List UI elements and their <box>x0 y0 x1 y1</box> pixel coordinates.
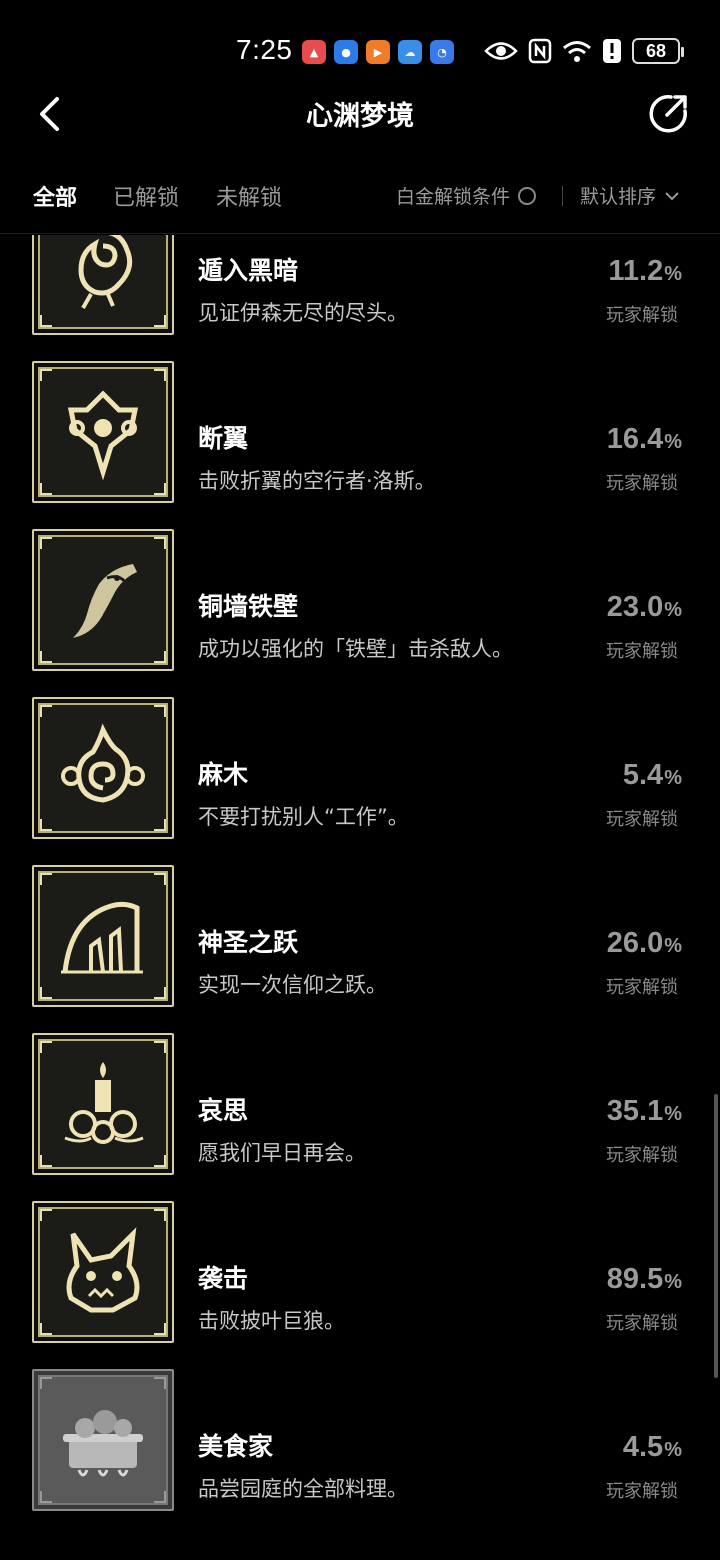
unlock-percentage: 89.5% <box>607 1263 682 1296</box>
platinum-condition-label: 白金解锁条件 <box>396 186 511 208</box>
achievement-description: 见证伊森无尽的尽头。 <box>198 301 408 325</box>
wifi-icon <box>562 36 592 66</box>
divider <box>562 186 563 206</box>
unlock-percentage: 4.5% <box>623 1431 682 1464</box>
nfc-icon <box>528 36 552 66</box>
unlock-percentage: 35.1% <box>607 1095 682 1128</box>
achievement-description: 愿我们早日再会。 <box>198 1141 366 1165</box>
achievement-name: 麻木 <box>198 760 249 789</box>
alert-icon <box>602 36 622 66</box>
title-bar: 心渊梦境 <box>0 80 720 150</box>
achievement-name: 袭击 <box>198 1264 249 1293</box>
chevron-down-icon <box>665 191 679 200</box>
achievement-name: 遁入黑暗 <box>198 256 299 285</box>
unlock-label: 玩家解锁 <box>606 1481 678 1502</box>
wolf-head-icon <box>32 1201 174 1343</box>
status-bar: 7:25 ▲ ● ▶ ☁ ◔ 68 <box>0 0 720 80</box>
achievement-name: 铜墙铁壁 <box>198 592 299 621</box>
achievement-description: 击败披叶巨狼。 <box>198 1309 345 1333</box>
percentage-value: 89.5 <box>606 1263 664 1295</box>
tab-all[interactable]: 全部 <box>33 180 77 212</box>
huawei-store-icon: ▲ <box>302 40 326 64</box>
percentage-value: 35.1 <box>606 1095 664 1127</box>
achievement-item[interactable]: 哀思 愿我们早日再会。 35.1% 玩家解锁 <box>0 1007 720 1175</box>
percent-unit: % <box>664 1271 682 1293</box>
eye-icon <box>484 36 518 66</box>
percentage-value: 11.2 <box>608 255 664 287</box>
achievement-description: 击败折翼的空行者·洛斯。 <box>198 469 436 493</box>
weather-icon: ☁ <box>398 40 422 64</box>
dragon-blade-icon <box>32 529 174 671</box>
unlock-percentage: 23.0% <box>607 591 682 624</box>
percent-unit: % <box>664 935 682 957</box>
percent-unit: % <box>664 1103 682 1125</box>
achievement-description: 实现一次信仰之跃。 <box>198 973 387 997</box>
scrollbar[interactable] <box>714 1094 718 1378</box>
notification-icons: ▲ ● ▶ ☁ ◔ <box>302 40 454 64</box>
unlock-percentage: 11.2% <box>608 255 682 288</box>
percent-unit: % <box>664 431 682 453</box>
achievement-name: 哀思 <box>198 1096 249 1125</box>
unlock-percentage: 16.4% <box>607 423 682 456</box>
achievement-list[interactable]: 遁入黑暗 见证伊森无尽的尽头。 11.2% 玩家解锁 断翼 击败折翼的空行者·洛… <box>0 235 720 1560</box>
battery-indicator: 68 <box>632 38 684 64</box>
achievement-item[interactable]: 铜墙铁壁 成功以强化的「铁壁」击杀敌人。 23.0% 玩家解锁 <box>0 503 720 671</box>
achievement-item[interactable]: 遁入黑暗 见证伊森无尽的尽头。 11.2% 玩家解锁 <box>0 235 720 335</box>
status-time: 7:25 <box>236 34 293 65</box>
achievement-description: 不要打扰别人“工作”。 <box>198 805 409 829</box>
unlock-label: 玩家解锁 <box>606 1145 678 1166</box>
unlock-label: 玩家解锁 <box>606 641 678 662</box>
unlock-label: 玩家解锁 <box>606 305 678 326</box>
tab-unlocked[interactable]: 已解锁 <box>113 180 179 212</box>
candle-roses-icon <box>32 1033 174 1175</box>
achievement-name: 神圣之跃 <box>198 928 299 957</box>
percent-unit: % <box>664 263 682 285</box>
achievement-name: 断翼 <box>198 424 249 453</box>
achievement-item[interactable]: 神圣之跃 实现一次信仰之跃。 26.0% 玩家解锁 <box>0 839 720 1007</box>
share-icon <box>649 95 687 133</box>
achievement-item[interactable]: 麻木 不要打扰别人“工作”。 5.4% 玩家解锁 <box>0 671 720 839</box>
percent-unit: % <box>664 1439 682 1461</box>
cooking-pot-icon <box>32 1369 174 1511</box>
achievement-item[interactable]: 袭击 击败披叶巨狼。 89.5% 玩家解锁 <box>0 1175 720 1343</box>
app-blue-icon: ● <box>334 40 358 64</box>
sort-dropdown[interactable]: 默认排序 <box>580 182 680 209</box>
percentage-value: 26.0 <box>606 927 664 959</box>
dark-rose-icon <box>32 235 174 335</box>
video-app-icon: ▶ <box>366 40 390 64</box>
broken-wing-icon <box>32 361 174 503</box>
spiral-flame-icon <box>32 697 174 839</box>
achievement-item[interactable]: 断翼 击败折翼的空行者·洛斯。 16.4% 玩家解锁 <box>0 335 720 503</box>
unlock-label: 玩家解锁 <box>606 1313 678 1334</box>
chat-app-icon: ◔ <box>430 40 454 64</box>
share-button[interactable] <box>646 90 692 136</box>
achievement-name: 美食家 <box>198 1432 274 1461</box>
radio-icon <box>518 186 537 205</box>
tab-locked[interactable]: 未解锁 <box>216 180 282 212</box>
achievement-description: 品尝园庭的全部料理。 <box>198 1477 408 1501</box>
unlock-label: 玩家解锁 <box>606 473 678 494</box>
percentage-value: 4.5 <box>622 1431 664 1463</box>
unlock-percentage: 5.4% <box>623 759 682 792</box>
unlock-label: 玩家解锁 <box>606 809 678 830</box>
system-icons: 68 <box>484 36 684 66</box>
percentage-value: 5.4 <box>622 759 664 791</box>
percentage-value: 23.0 <box>606 591 664 623</box>
platinum-condition-toggle[interactable]: 白金解锁条件 <box>396 182 537 209</box>
achievement-description: 成功以强化的「铁壁」击杀敌人。 <box>198 637 513 661</box>
unlock-percentage: 26.0% <box>607 927 682 960</box>
unlock-label: 玩家解锁 <box>606 977 678 998</box>
percentage-value: 16.4 <box>606 423 664 455</box>
sort-label: 默认排序 <box>580 186 657 208</box>
percent-unit: % <box>664 767 682 789</box>
percent-unit: % <box>664 599 682 621</box>
page-title: 心渊梦境 <box>306 101 414 132</box>
holy-arch-icon <box>32 865 174 1007</box>
achievement-item[interactable]: 美食家 品尝园庭的全部料理。 4.5% 玩家解锁 <box>0 1343 720 1511</box>
filter-tabs: 全部 已解锁 未解锁 白金解锁条件 默认排序 <box>0 160 720 234</box>
